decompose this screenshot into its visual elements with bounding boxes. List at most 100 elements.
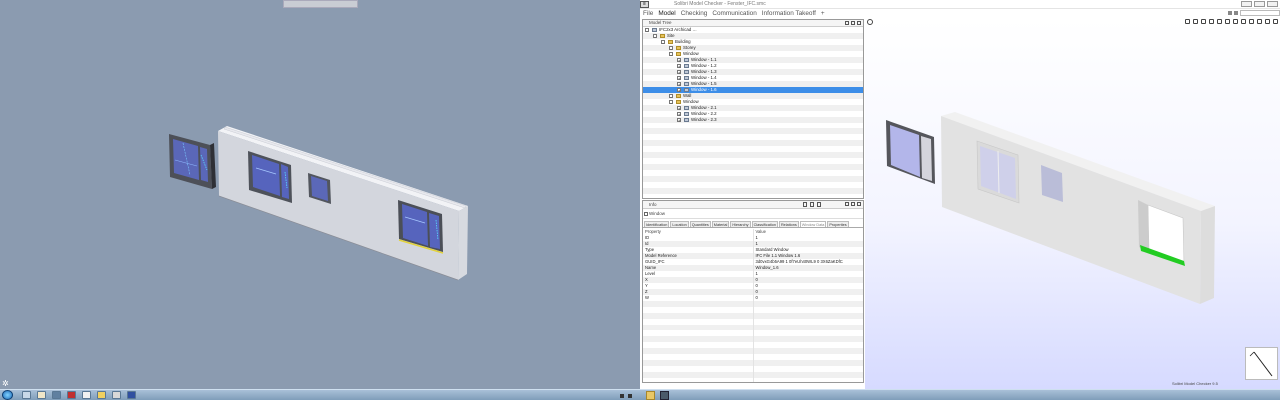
panel-maximize-icon[interactable] bbox=[857, 202, 861, 206]
properties-tab[interactable]: Relations bbox=[778, 221, 799, 227]
folder-icon[interactable] bbox=[646, 391, 655, 400]
properties-tab[interactable]: Classification bbox=[751, 221, 778, 227]
close-button[interactable] bbox=[1267, 1, 1278, 7]
collapse-icon[interactable]: - bbox=[669, 93, 673, 98]
menu-item-3[interactable]: Checking bbox=[681, 10, 708, 17]
cad-wall[interactable] bbox=[218, 126, 468, 281]
expand-icon[interactable]: + bbox=[677, 111, 681, 116]
cad-application-screen: ✲ bbox=[0, 0, 640, 400]
component-icon bbox=[684, 75, 689, 80]
component-icon bbox=[684, 87, 689, 92]
app-icon-2[interactable] bbox=[37, 391, 46, 399]
model-tree-header: Model Tree bbox=[643, 20, 863, 27]
selected-component-name: Window bbox=[649, 211, 666, 216]
search-input[interactable] bbox=[1240, 10, 1280, 16]
properties-tab[interactable]: Identification bbox=[644, 221, 670, 227]
3d-viewport[interactable]: Solibri Model Checker 9.5 bbox=[865, 19, 1280, 389]
panel-options-icon[interactable] bbox=[845, 202, 849, 206]
model-tree-list: - IFC2x3 Archicad … - Site - Building - Storey -… bbox=[643, 27, 863, 200]
collapse-icon[interactable]: - bbox=[669, 99, 673, 104]
expand-icon[interactable]: + bbox=[677, 105, 681, 110]
expand-icon[interactable]: + bbox=[677, 57, 681, 62]
bim-3d-model[interactable] bbox=[865, 19, 1280, 389]
collapse-icon[interactable]: - bbox=[653, 33, 657, 38]
component-icon bbox=[684, 105, 689, 110]
property-value bbox=[753, 378, 863, 382]
folder-icon bbox=[660, 33, 665, 38]
tray-icon[interactable] bbox=[620, 393, 624, 398]
help-icon[interactable] bbox=[1228, 11, 1232, 15]
app-icon-7[interactable] bbox=[112, 391, 121, 399]
component-icon bbox=[684, 57, 689, 62]
bim-window-separate[interactable] bbox=[886, 120, 935, 184]
panel-minimize-icon[interactable] bbox=[851, 202, 855, 206]
cad-3d-model-view[interactable] bbox=[0, 0, 640, 400]
bim-viewer-screen: ≡ Solibri Model Checker - Fenster_IFC.sm… bbox=[640, 0, 1280, 400]
tree-maximize-icon[interactable] bbox=[857, 21, 861, 25]
collapse-icon[interactable]: - bbox=[661, 39, 665, 44]
forward-arrow-icon[interactable] bbox=[810, 202, 814, 207]
windows-orb-icon[interactable] bbox=[2, 390, 13, 400]
properties-tab[interactable]: Location bbox=[670, 221, 689, 227]
window-titlebar: ≡ Solibri Model Checker - Fenster_IFC.sm… bbox=[640, 0, 1280, 9]
properties-tab[interactable]: Window Data bbox=[799, 221, 827, 227]
expand-icon[interactable]: + bbox=[677, 81, 681, 86]
window-title: Solibri Model Checker - Fenster_IFC.smc bbox=[674, 1, 766, 7]
maximize-button[interactable] bbox=[1254, 1, 1265, 7]
expand-icon[interactable]: + bbox=[677, 63, 681, 68]
menu-bar-tools bbox=[1190, 9, 1280, 17]
app-icon-6[interactable] bbox=[97, 391, 106, 399]
component-icon bbox=[684, 63, 689, 68]
folder-icon bbox=[676, 99, 681, 104]
expand-icon[interactable]: + bbox=[677, 75, 681, 80]
cad-window-separate[interactable] bbox=[169, 134, 216, 189]
expand-icon[interactable]: + bbox=[677, 87, 681, 92]
viewport-status-text: Solibri Model Checker 9.5 bbox=[1172, 381, 1218, 386]
properties-tab[interactable]: Properties bbox=[827, 221, 849, 227]
menu-item-4[interactable]: Communication bbox=[712, 10, 756, 17]
component-icon bbox=[652, 28, 657, 32]
properties-tab[interactable]: Quantities bbox=[689, 221, 711, 227]
menu-item-2[interactable]: Model bbox=[658, 10, 675, 17]
settings-icon[interactable] bbox=[1234, 11, 1238, 15]
folder-icon bbox=[676, 51, 681, 56]
properties-table: Property Value ID 1 Id 1 Type Standard Window Mo… bbox=[643, 229, 863, 382]
tree-options-icon[interactable] bbox=[845, 21, 849, 25]
property-name bbox=[643, 378, 754, 382]
model-tree-title: Model Tree bbox=[649, 20, 672, 25]
app-icon-5[interactable] bbox=[82, 391, 91, 399]
folder-icon bbox=[676, 45, 681, 50]
component-icon bbox=[684, 81, 689, 86]
minimize-button[interactable] bbox=[1241, 1, 1252, 7]
component-icon bbox=[684, 117, 689, 122]
menu-item-6[interactable]: + bbox=[821, 10, 825, 17]
app-icon-8[interactable] bbox=[127, 391, 136, 399]
property-row[interactable] bbox=[643, 378, 863, 382]
bim-wall[interactable] bbox=[941, 112, 1215, 304]
app-icon-3[interactable] bbox=[52, 391, 61, 399]
expand-icon[interactable]: + bbox=[677, 117, 681, 122]
back-arrow-icon[interactable] bbox=[803, 202, 807, 207]
properties-header: Info bbox=[643, 201, 863, 209]
properties-tab[interactable]: Hierarchy bbox=[730, 221, 751, 227]
app-icon[interactable] bbox=[660, 391, 669, 400]
properties-tab[interactable]: Material bbox=[711, 221, 730, 227]
folder-icon bbox=[668, 39, 673, 44]
cad-origin-axis-icon: ✲ bbox=[2, 379, 9, 388]
app-menu-icon[interactable]: ≡ bbox=[640, 1, 649, 8]
tray-icon[interactable] bbox=[628, 393, 632, 398]
collapse-icon[interactable]: - bbox=[645, 28, 649, 33]
selection-checkbox[interactable] bbox=[644, 212, 648, 216]
menu-item-5[interactable]: Information Takeoff bbox=[762, 10, 816, 17]
app-icon-4[interactable] bbox=[67, 391, 76, 399]
tree-minimize-icon[interactable] bbox=[851, 21, 855, 25]
menu-item-1[interactable]: File bbox=[643, 10, 653, 17]
window-controls bbox=[1241, 1, 1278, 7]
expand-icon[interactable]: + bbox=[677, 69, 681, 74]
up-arrow-icon[interactable] bbox=[817, 202, 821, 207]
app-icon-1[interactable] bbox=[22, 391, 31, 399]
folder-icon bbox=[676, 93, 681, 98]
navigation-cube[interactable] bbox=[1245, 347, 1278, 380]
collapse-icon[interactable]: - bbox=[669, 51, 673, 56]
collapse-icon[interactable]: - bbox=[669, 45, 673, 50]
